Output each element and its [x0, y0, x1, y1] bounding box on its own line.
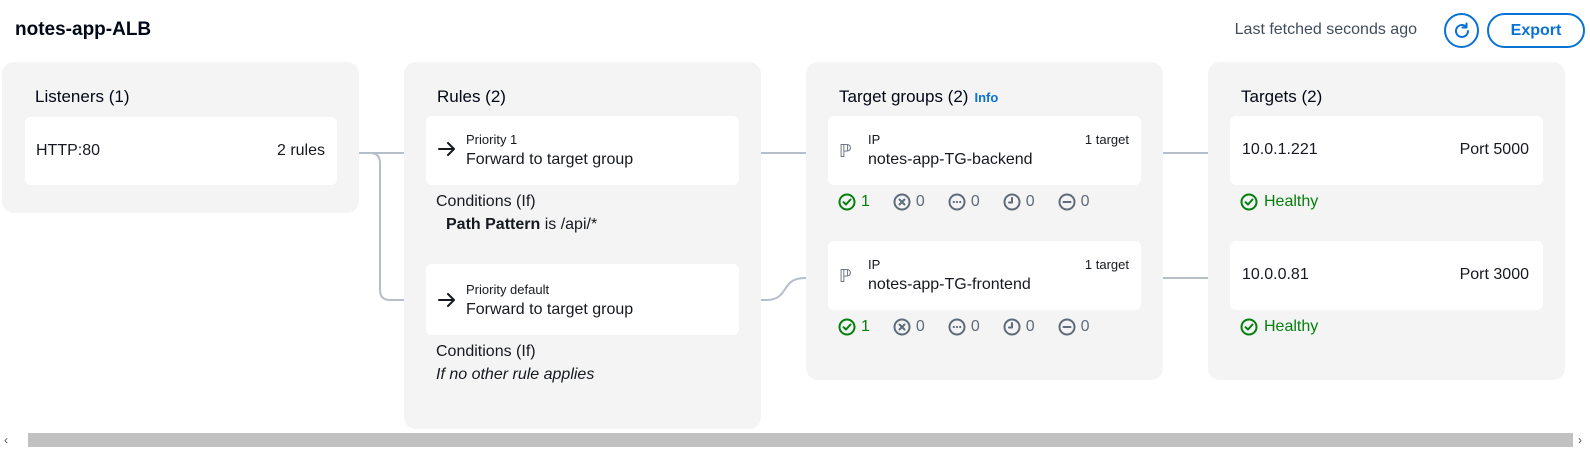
unused-count: 0 [948, 193, 980, 211]
condition-key: Path Pattern [446, 216, 541, 233]
rule-conditions-label: Conditions (If) [436, 343, 536, 360]
check-circle-icon [1240, 318, 1258, 336]
rules-panel: Rules (2) Priority 1 Forward to target g… [404, 62, 761, 429]
healthy-count: 1 [838, 318, 870, 336]
minus-circle-icon [1058, 318, 1076, 336]
target-group-status-row: 1 0 0 0 0 [838, 318, 1113, 336]
x-circle-icon [893, 318, 911, 336]
arrow-right-icon [438, 142, 455, 156]
target-groups-panel: Target groups (2) Info ℙ IP notes-app-TG-… [806, 62, 1163, 380]
targets-title: Targets (2) [1241, 87, 1323, 106]
arrow-right-icon [438, 293, 455, 307]
rule-card-default[interactable]: Priority default Forward to target group [426, 264, 739, 335]
info-link[interactable]: Info [974, 90, 998, 105]
ip-address-icon: ℙ [839, 266, 852, 287]
unhealthy-count: 0 [893, 193, 925, 211]
target-port: Port 3000 [1459, 266, 1529, 283]
check-circle-icon [838, 193, 856, 211]
target-groups-title: Target groups (2) Info [839, 87, 998, 107]
initial-count: 0 [1003, 318, 1035, 336]
listener-protocol: HTTP:80 [36, 142, 101, 159]
target-ip: 10.0.1.221 [1242, 141, 1318, 158]
scroll-right-icon[interactable]: › [1578, 433, 1582, 447]
target-card[interactable]: 10.0.1.221 Port 5000 [1230, 116, 1543, 185]
rule-priority: Priority default [466, 282, 550, 297]
rule-card-1[interactable]: Priority 1 Forward to target group [426, 116, 739, 185]
target-ip: 10.0.0.81 [1242, 266, 1309, 283]
target-group-status-row: 1 0 0 0 0 [838, 193, 1113, 211]
rules-title: Rules (2) [437, 87, 506, 106]
clock-circle-icon [1003, 318, 1021, 336]
check-circle-icon [838, 318, 856, 336]
draining-count: 0 [1058, 193, 1090, 211]
condition-value: is /api/* [540, 216, 598, 233]
rule-conditions-label: Conditions (If) [436, 193, 536, 210]
healthy-count: 1 [838, 193, 870, 211]
listener-card[interactable]: HTTP:80 2 rules [25, 117, 337, 185]
target-group-name: notes-app-TG-frontend [868, 276, 1031, 293]
rule-action: Forward to target group [466, 151, 634, 168]
unused-count: 0 [948, 318, 980, 336]
scrollbar-thumb[interactable] [28, 433, 1573, 447]
draining-count: 0 [1058, 318, 1090, 336]
target-health-status: Healthy [1240, 318, 1318, 336]
initial-count: 0 [1003, 193, 1035, 211]
target-group-card-frontend[interactable]: ℙ IP notes-app-TG-frontend 1 target [828, 241, 1141, 310]
check-circle-icon [1240, 193, 1258, 211]
listeners-title: Listeners (1) [35, 87, 130, 106]
listener-rule-count: 2 rules [276, 142, 325, 159]
listeners-panel: Listeners (1) HTTP:80 2 rules [2, 62, 359, 213]
rule-priority: Priority 1 [466, 132, 518, 147]
target-health-status: Healthy [1240, 193, 1318, 211]
target-group-type: IP [868, 257, 881, 272]
targets-panel: Targets (2) 10.0.1.221 Port 5000 Healthy… [1208, 62, 1565, 380]
minus-circle-icon [1058, 193, 1076, 211]
rule-condition: If no other rule applies [436, 366, 595, 383]
ip-address-icon: ℙ [839, 141, 852, 162]
unhealthy-count: 0 [893, 318, 925, 336]
target-port: Port 5000 [1459, 141, 1529, 158]
dots-circle-icon [948, 318, 966, 336]
clock-circle-icon [1003, 193, 1021, 211]
target-groups-title-text: Target groups (2) [839, 87, 969, 106]
target-card[interactable]: 10.0.0.81 Port 3000 [1230, 241, 1543, 310]
target-count: 1 target [1084, 132, 1129, 147]
target-group-type: IP [868, 132, 881, 147]
scroll-left-icon[interactable]: ‹ [4, 433, 8, 447]
rule-action: Forward to target group [466, 301, 634, 318]
dots-circle-icon [948, 193, 966, 211]
target-group-name: notes-app-TG-backend [868, 151, 1033, 168]
target-count: 1 target [1084, 257, 1129, 272]
horizontal-scrollbar[interactable]: ‹ › [0, 433, 1590, 451]
rule-condition: Path Pattern is /api/* [446, 216, 597, 234]
target-group-card-backend[interactable]: ℙ IP notes-app-TG-backend 1 target [828, 116, 1141, 185]
x-circle-icon [893, 193, 911, 211]
